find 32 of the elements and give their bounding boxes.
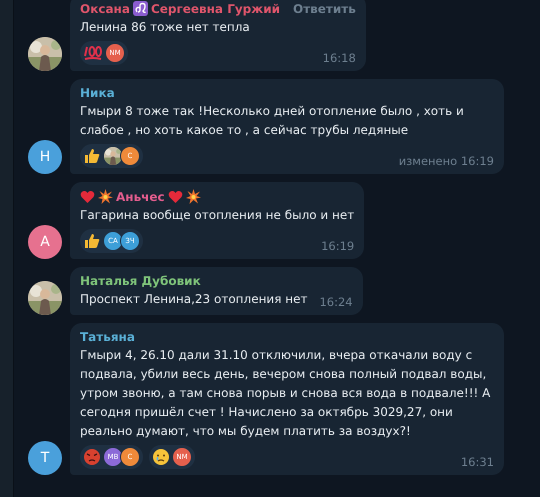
message-time: 16:24: [319, 295, 353, 309]
avatar[interactable]: [28, 281, 62, 315]
angry-face-icon: [83, 448, 101, 466]
crying-face-icon: [152, 448, 170, 466]
message-time: изменено 16:19: [398, 154, 494, 168]
message-text: Гмыри 8 тоже так !Несколько дней отопление было , хоть и слабое , но хоть какое то , а сейчас трубы ледяные: [80, 103, 465, 139]
avatar[interactable]: А: [28, 225, 62, 259]
burst-icon: [98, 189, 113, 204]
heart-icon: [80, 190, 95, 204]
message-text: Гагарина вообще отопления не было и нет: [80, 207, 354, 224]
message-time: 16:19: [321, 239, 354, 253]
author-name[interactable]: Сергеевна Гуржий: [150, 2, 280, 16]
author-name[interactable]: Аньчес: [116, 190, 165, 204]
message-text: Гмыри 4, 26.10 дали 31.10 отключили, вчера откачали воду с подвала, убили весь день, вечером снова полный подвал воды, утром звоню, а там снова порыв и снова вся вода в подвале!!! А сегодня пришёл счет ! Начислено за октябрь 3029,27, они реально думают, что мы будем платить за воздух?!: [80, 347, 492, 440]
zodiac-icon: [132, 1, 148, 16]
message-text: Проспект Ленина,23 отопления нет: [80, 291, 308, 308]
hundred-points-icon: [83, 44, 103, 62]
burst-icon: [186, 189, 201, 204]
message-time: 16:31: [460, 455, 494, 469]
avatar[interactable]: Н: [28, 140, 62, 174]
avatar[interactable]: [28, 37, 62, 71]
heart-icon: [168, 190, 183, 204]
thumbs-up-icon: [83, 232, 101, 250]
thumbs-up-icon: [83, 147, 101, 165]
avatar[interactable]: Т: [28, 441, 62, 475]
author-name[interactable]: Наталья Дубовик: [80, 274, 201, 288]
author-name[interactable]: Оксана: [80, 2, 130, 16]
reply-link[interactable]: Ответить: [293, 2, 356, 16]
message-text: Ленина 86 тоже нет тепла: [80, 19, 251, 36]
message-time: 16:18: [322, 51, 356, 65]
author-name[interactable]: Татьяна: [80, 330, 135, 344]
author-name[interactable]: Ника: [80, 86, 115, 100]
